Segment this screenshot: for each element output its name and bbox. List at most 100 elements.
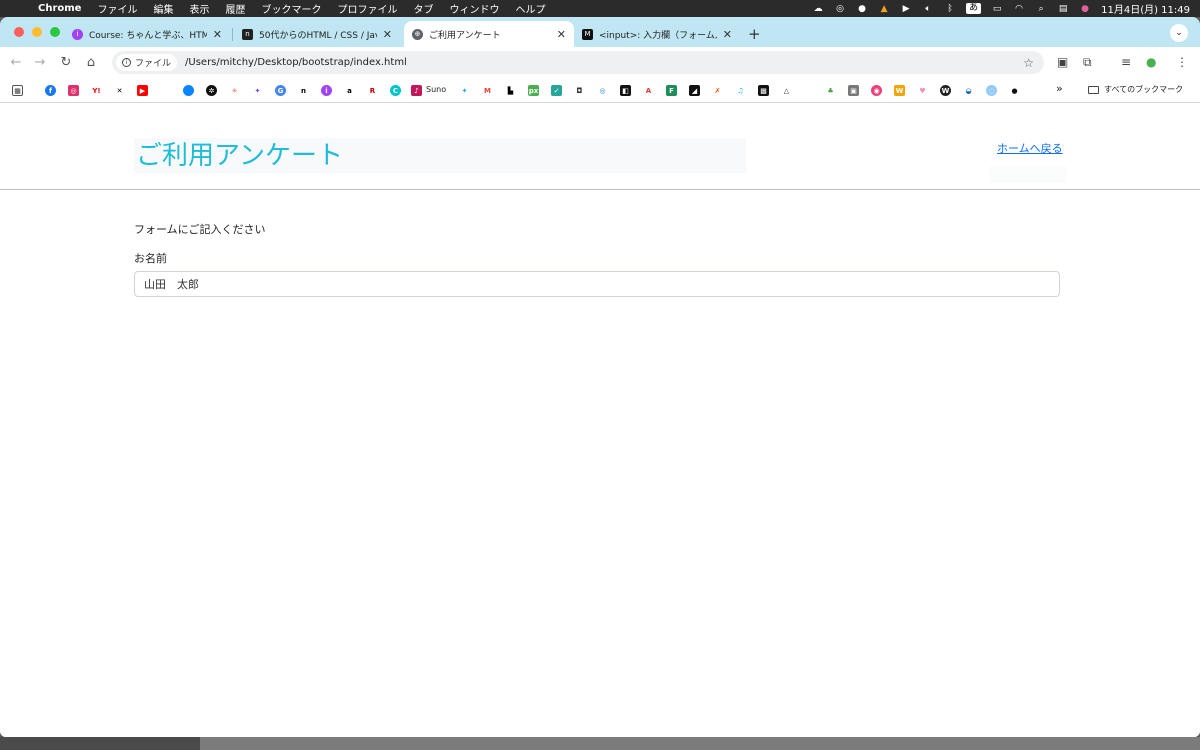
apple-bookmark-icon[interactable]: [160, 85, 171, 96]
tab-note[interactable]: n 50代からのHTML / CSS / Java ✕: [234, 21, 400, 47]
cloud-app-icon[interactable]: ◌: [986, 85, 997, 96]
puzzle-icon[interactable]: ✗: [712, 85, 723, 96]
google-icon[interactable]: G: [275, 85, 286, 96]
pink-app-icon[interactable]: ◉: [871, 85, 882, 96]
minimize-window-button[interactable]: [32, 27, 42, 37]
siri-icon[interactable]: ●: [1079, 4, 1091, 14]
battery-icon[interactable]: ▭: [991, 4, 1003, 14]
udemy-icon[interactable]: i: [321, 85, 332, 96]
url-text[interactable]: /Users/mitchy/Desktop/bootstrap/index.ht…: [185, 57, 407, 68]
menu-app-name[interactable]: Chrome: [30, 3, 89, 14]
ime-indicator[interactable]: あ: [966, 3, 982, 14]
gemini-icon[interactable]: ✦: [252, 85, 263, 96]
more-menu-icon[interactable]: ⋮: [1176, 55, 1188, 69]
profile-avatar[interactable]: ●: [1146, 55, 1156, 69]
volume-icon[interactable]: 🔈︎: [922, 4, 934, 14]
github-icon[interactable]: ●: [1009, 85, 1020, 96]
play-icon[interactable]: ▶: [900, 4, 912, 14]
close-window-button[interactable]: [14, 27, 24, 37]
menu-file[interactable]: ファイル: [89, 1, 145, 16]
menu-view[interactable]: 表示: [181, 1, 217, 16]
rakuten-icon[interactable]: R: [367, 85, 378, 96]
media-control-icon[interactable]: ≡: [1121, 55, 1131, 69]
spiral-icon[interactable]: ◎: [597, 85, 608, 96]
spotlight-icon[interactable]: ⌕: [1035, 4, 1047, 14]
instagram-icon[interactable]: ◎: [68, 85, 79, 96]
back-arrow-icon[interactable]: ←: [8, 55, 24, 70]
tab-search-button[interactable]: ⌄: [1170, 24, 1188, 42]
sync-icon[interactable]: ●: [856, 4, 868, 14]
all-bookmarks-button[interactable]: すべてのブックマーク: [1088, 84, 1183, 95]
close-icon[interactable]: ✕: [723, 28, 732, 41]
forward-arrow-icon[interactable]: →: [32, 55, 48, 70]
suno-icon[interactable]: ♪: [411, 85, 422, 96]
apple-blue-icon[interactable]: [183, 85, 194, 96]
youtube-icon[interactable]: ▶: [137, 85, 148, 96]
menu-profile[interactable]: プロファイル: [329, 1, 405, 16]
suno-label[interactable]: Suno: [426, 85, 446, 94]
w-app-icon[interactable]: W: [894, 85, 905, 96]
capcut-icon[interactable]: ◧: [620, 85, 631, 96]
more-bookmarks-icon[interactable]: »: [1056, 82, 1063, 95]
apps-grid-icon[interactable]: ▦: [12, 85, 23, 96]
unsplash-icon[interactable]: ▙: [505, 85, 516, 96]
menu-help[interactable]: ヘルプ: [507, 1, 553, 16]
home-link[interactable]: ホームへ戻る: [997, 140, 1063, 156]
bookmark-star-icon[interactable]: ☆: [1023, 56, 1034, 70]
pixabay-icon[interactable]: px: [528, 85, 539, 96]
wordpress-icon[interactable]: W: [940, 85, 951, 96]
heart-icon[interactable]: ♥: [917, 85, 928, 96]
tab-course[interactable]: i Course: ちゃんと学ぶ、HTML/C ✕: [64, 21, 230, 47]
frog-icon[interactable]: ♣: [825, 85, 836, 96]
address-bar[interactable]: i ファイル /Users/mitchy/Desktop/bootstrap/i…: [112, 51, 1044, 74]
zoom-window-button[interactable]: [50, 27, 60, 37]
browser-window: i Course: ちゃんと学ぶ、HTML/C ✕ n 50代からのHTML /…: [0, 17, 1200, 737]
gray-app-icon[interactable]: ▣: [848, 85, 859, 96]
adobe-icon[interactable]: A: [643, 85, 654, 96]
new-tab-button[interactable]: +: [748, 25, 761, 43]
name-input[interactable]: [134, 271, 1060, 297]
feedly-icon[interactable]: F: [666, 85, 677, 96]
yahoo-icon[interactable]: Y!: [91, 85, 102, 96]
drop-icon[interactable]: ◒: [963, 85, 974, 96]
menu-history[interactable]: 履歴: [217, 1, 253, 16]
extensions-icon[interactable]: ⧉: [1083, 55, 1092, 70]
close-icon[interactable]: ✕: [213, 28, 222, 41]
close-icon[interactable]: ✕: [383, 28, 392, 41]
tab-survey-active[interactable]: ⊕ ご利用アンケート ✕: [404, 21, 574, 47]
claude-icon[interactable]: ✳: [229, 85, 240, 96]
gmail-icon[interactable]: M: [482, 85, 493, 96]
camera-icon[interactable]: ◘: [574, 85, 585, 96]
wifi-icon[interactable]: ◠: [1013, 4, 1025, 14]
tab-title: <input>: 入力欄（フォーム入力）: [599, 30, 717, 41]
openai-icon[interactable]: ✲: [206, 85, 217, 96]
site-info-chip[interactable]: i ファイル: [116, 54, 178, 71]
control-center-icon[interactable]: ▤: [1057, 4, 1069, 14]
icloud-icon[interactable]: ☁: [812, 4, 824, 14]
vlc-icon[interactable]: ▲: [878, 4, 890, 14]
facebook-icon[interactable]: f: [45, 85, 56, 96]
x-icon[interactable]: ✕: [114, 85, 125, 96]
close-icon[interactable]: ✕: [557, 28, 566, 41]
note-bookmark-icon[interactable]: n: [298, 85, 309, 96]
canva-icon[interactable]: C: [390, 85, 401, 96]
drive-icon[interactable]: △: [781, 85, 792, 96]
tab-mdn[interactable]: M <input>: 入力欄（フォーム入力） ✕: [574, 21, 740, 47]
twitter-icon[interactable]: ✦: [459, 85, 470, 96]
reading-mode-icon[interactable]: ▣: [1057, 55, 1068, 69]
menu-tab[interactable]: タブ: [405, 1, 441, 16]
mountain-icon[interactable]: ◢: [689, 85, 700, 96]
folder-icon: [1088, 85, 1099, 94]
menubar-clock[interactable]: 11月4日(月) 11:49: [1101, 1, 1190, 16]
menu-bookmarks[interactable]: ブックマーク: [253, 1, 329, 16]
bluetooth-icon[interactable]: ᛒ: [944, 4, 956, 14]
music-note-icon[interactable]: ♫: [735, 85, 746, 96]
reload-icon[interactable]: ↻: [58, 55, 74, 70]
bookmark-teal-icon[interactable]: ✓: [551, 85, 562, 96]
menu-window[interactable]: ウィンドウ: [441, 1, 507, 16]
home-icon[interactable]: ⌂: [83, 55, 99, 70]
creative-cloud-icon[interactable]: ◎: [834, 4, 846, 14]
amazon-icon[interactable]: a: [344, 85, 355, 96]
qr-icon[interactable]: ▩: [758, 85, 769, 96]
menu-edit[interactable]: 編集: [145, 1, 181, 16]
